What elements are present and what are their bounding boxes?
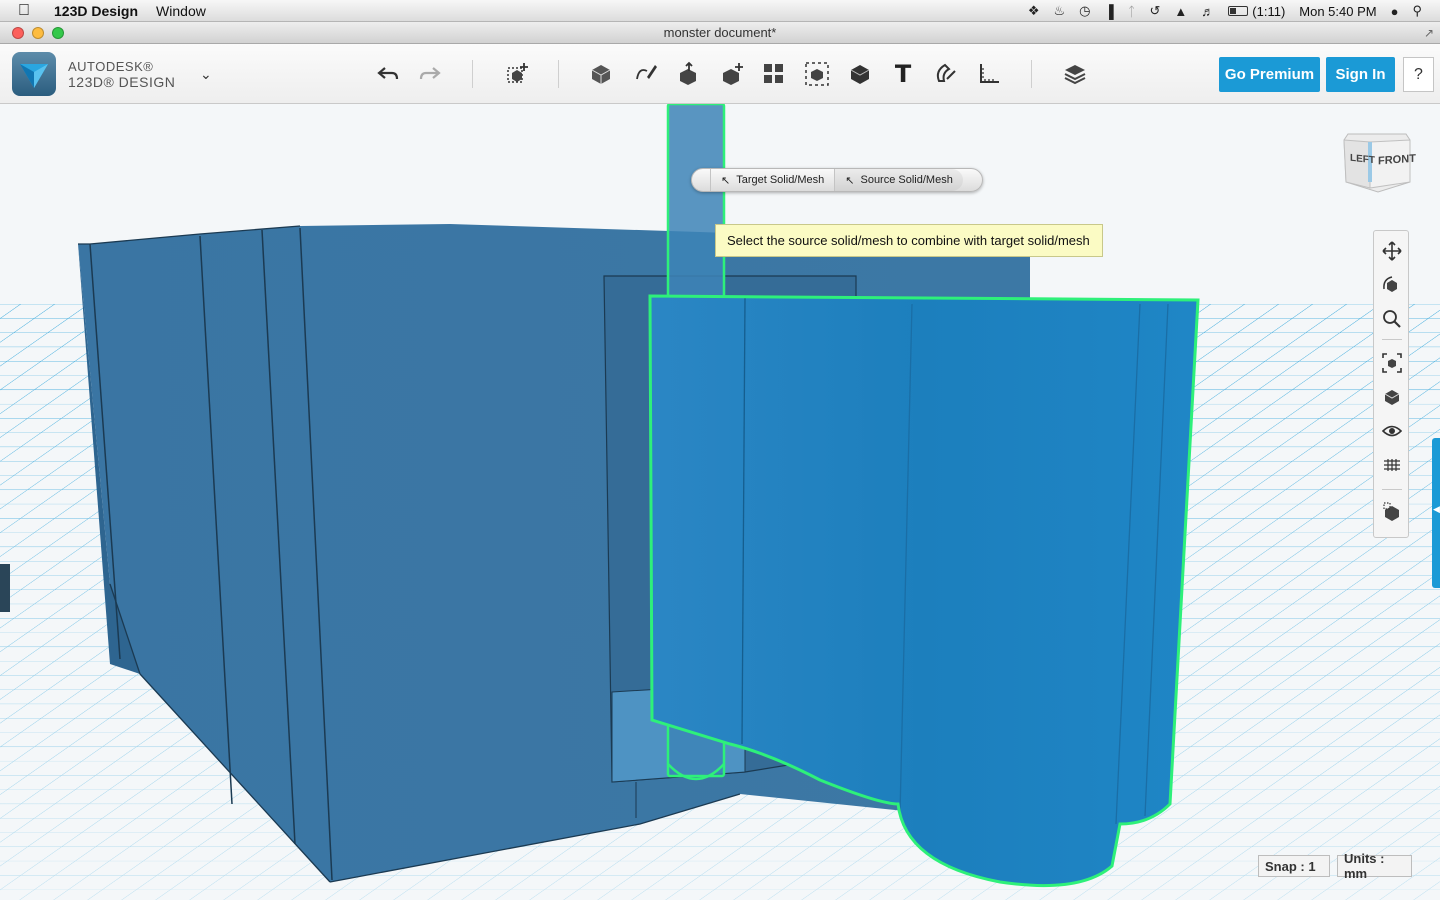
- flame-icon[interactable]: ♨: [1053, 3, 1065, 19]
- menu-window[interactable]: Window: [156, 3, 206, 19]
- toolbar-separator: [1031, 60, 1032, 88]
- dropbox-icon[interactable]: ❖: [1028, 3, 1040, 19]
- visibility-eye-icon[interactable]: [1380, 419, 1404, 443]
- offscreen-object: [0, 564, 10, 612]
- grid-view-icon[interactable]: [1380, 453, 1404, 477]
- snap-icon[interactable]: [930, 58, 962, 90]
- window-title: monster document*: [663, 25, 777, 40]
- transform-icon[interactable]: [501, 58, 533, 90]
- battery-time: (1:11): [1252, 3, 1286, 19]
- text-icon[interactable]: T: [887, 58, 919, 90]
- close-window-button[interactable]: [12, 27, 24, 39]
- menu-bar:  123D Design Window ❖ ♨ ◷ ▐ ᛏ ↺ ▲ ♬ (1:…: [0, 0, 1440, 22]
- volume-icon[interactable]: ♬: [1201, 4, 1214, 19]
- app-menu[interactable]: 123D Design: [54, 3, 138, 19]
- construct-icon[interactable]: [672, 58, 704, 90]
- navigation-bar: [1373, 230, 1409, 538]
- units-field[interactable]: Units : mm: [1337, 851, 1412, 881]
- brand-product: 123D® DESIGN: [68, 74, 176, 90]
- logo-icon: [20, 64, 48, 88]
- chevron-left-icon: ◀: [1433, 504, 1440, 514]
- minimize-window-button[interactable]: [32, 27, 44, 39]
- zoom-window-button[interactable]: [52, 27, 64, 39]
- cursor-arrow-icon: ↖: [845, 174, 855, 187]
- help-button[interactable]: ?: [1403, 57, 1434, 92]
- status-menus: ❖ ♨ ◷ ▐ ᛏ ↺ ▲ ♬ (1:11) Mon 5:40 PM ● ⚲: [1028, 0, 1440, 22]
- view-mode-icon[interactable]: [1380, 385, 1404, 409]
- app-logo[interactable]: [12, 52, 56, 96]
- target-solid-selector[interactable]: ↖ Target Solid/Mesh: [710, 169, 834, 191]
- orbit-icon[interactable]: [1380, 273, 1404, 297]
- chevron-down-icon[interactable]: ⌄: [200, 66, 212, 83]
- fit-view-icon[interactable]: [1380, 351, 1404, 375]
- source-solid-selector[interactable]: ↖ Source Solid/Mesh: [834, 169, 963, 191]
- measure-icon[interactable]: [973, 58, 1005, 90]
- time-machine-icon[interactable]: ↺: [1150, 3, 1161, 19]
- go-premium-button[interactable]: Go Premium: [1219, 57, 1320, 92]
- fullscreen-icon[interactable]: ↗: [1424, 26, 1434, 40]
- battery-icon: [1228, 6, 1249, 16]
- side-panel-tab[interactable]: ◀: [1432, 438, 1440, 588]
- spotlight-search-icon[interactable]: ⚲: [1412, 3, 1422, 19]
- undo-icon[interactable]: [372, 58, 404, 90]
- battery-indicator[interactable]: (1:11): [1228, 4, 1285, 19]
- 3d-viewport[interactable]: ↖ Target Solid/Mesh ↖ Source Solid/Mesh …: [0, 104, 1440, 900]
- sign-in-button[interactable]: Sign In: [1326, 57, 1395, 92]
- redo-icon[interactable]: [414, 58, 446, 90]
- cursor-arrow-icon: ↖: [721, 174, 731, 187]
- material-mode-icon[interactable]: [1380, 499, 1404, 523]
- snap-field[interactable]: Snap : 1: [1258, 855, 1330, 877]
- target-solid-label: Target Solid/Mesh: [736, 174, 825, 186]
- material-icon[interactable]: [1059, 58, 1091, 90]
- modify-icon[interactable]: [716, 58, 748, 90]
- main-toolbar: AUTODESK® 123D® DESIGN ⌄ T Go Premium Si…: [0, 44, 1440, 104]
- pan-icon[interactable]: [1380, 239, 1404, 263]
- sketch-icon[interactable]: [630, 58, 662, 90]
- user-icon[interactable]: ●: [1391, 4, 1399, 19]
- toolbar-separator: [558, 60, 559, 88]
- toolbar-separator: [472, 60, 473, 88]
- nav-separator: [1382, 339, 1402, 340]
- brand-autodesk: AUTODESK®: [68, 59, 154, 74]
- combine-hint-tooltip: Select the source solid/mesh to combine …: [715, 224, 1103, 257]
- apple-icon[interactable]: : [18, 2, 40, 20]
- grouping-icon[interactable]: [801, 58, 833, 90]
- clock[interactable]: Mon 5:40 PM: [1299, 4, 1376, 19]
- gauge-icon[interactable]: ▐: [1104, 4, 1113, 19]
- pattern-icon[interactable]: [758, 58, 790, 90]
- combine-icon[interactable]: [844, 58, 876, 90]
- zoom-icon[interactable]: [1380, 307, 1404, 331]
- source-solid-label: Source Solid/Mesh: [860, 174, 953, 186]
- timer-icon[interactable]: ◷: [1079, 3, 1090, 19]
- combine-selection-bar: ↖ Target Solid/Mesh ↖ Source Solid/Mesh: [691, 168, 983, 192]
- window-controls: [12, 27, 64, 39]
- window-title-bar: monster document* ↗: [0, 22, 1440, 44]
- nav-separator: [1382, 489, 1402, 490]
- wifi-icon[interactable]: ▲: [1174, 4, 1187, 19]
- view-cube[interactable]: LEFT FRONT: [1340, 130, 1416, 196]
- bluetooth-icon[interactable]: ᛏ: [1128, 4, 1136, 19]
- primitives-icon[interactable]: [585, 58, 617, 90]
